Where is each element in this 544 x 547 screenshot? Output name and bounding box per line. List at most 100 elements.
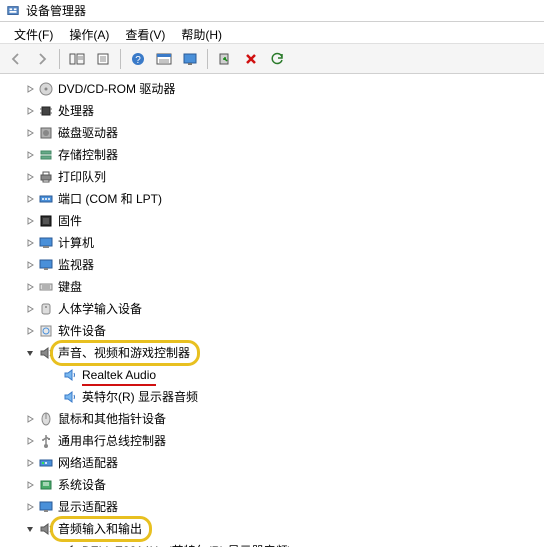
tree-item[interactable]: 键盘 <box>10 276 542 298</box>
tree-item[interactable]: 通用串行总线控制器 <box>10 430 542 452</box>
remove-button[interactable] <box>239 47 263 71</box>
tree-item-label: 网络适配器 <box>58 452 118 474</box>
tree-item[interactable]: 声音、视频和游戏控制器 <box>10 342 542 364</box>
tree-child-item[interactable]: Realtek Audio <box>10 364 542 386</box>
window-title: 设备管理器 <box>26 2 86 19</box>
display-icon <box>38 499 54 515</box>
usb-icon <box>38 433 54 449</box>
expand-icon[interactable] <box>24 501 36 513</box>
expand-icon[interactable] <box>24 171 36 183</box>
hid-icon <box>38 301 54 317</box>
software-icon <box>38 323 54 339</box>
expand-icon[interactable] <box>24 237 36 249</box>
menu-action[interactable]: 操作(A) <box>61 24 117 41</box>
tree-item-label: 固件 <box>58 210 82 232</box>
expand-icon[interactable] <box>24 215 36 227</box>
toolbar: ? <box>0 44 544 74</box>
network-icon <box>38 455 54 471</box>
speaker-icon <box>62 389 78 405</box>
back-button[interactable] <box>4 47 28 71</box>
tree-item[interactable]: 软件设备 <box>10 320 542 342</box>
tree-item-label: 存储控制器 <box>58 144 118 166</box>
details-button[interactable] <box>152 47 176 71</box>
system-icon <box>38 477 54 493</box>
tree-item[interactable]: 端口 (COM 和 LPT) <box>10 188 542 210</box>
tree-item[interactable]: 计算机 <box>10 232 542 254</box>
expand-icon[interactable] <box>24 127 36 139</box>
scan-button[interactable] <box>213 47 237 71</box>
separator <box>207 49 208 69</box>
storage-icon <box>38 147 54 163</box>
tree-item-label: 磁盘驱动器 <box>58 122 118 144</box>
sound-icon <box>38 345 54 361</box>
expand-icon[interactable] <box>24 479 36 491</box>
expand-icon[interactable] <box>24 303 36 315</box>
speaker-icon <box>62 367 78 383</box>
tree-item[interactable]: 存储控制器 <box>10 144 542 166</box>
tree-item[interactable]: 鼠标和其他指针设备 <box>10 408 542 430</box>
expand-icon[interactable] <box>24 149 36 161</box>
tree-item-label: 端口 (COM 和 LPT) <box>58 188 162 210</box>
tree-child-label: 英特尔(R) 显示器音频 <box>82 386 198 408</box>
tree-item-label: 显示适配器 <box>58 496 118 518</box>
firmware-icon <box>38 213 54 229</box>
tree-item[interactable]: 显示适配器 <box>10 496 542 518</box>
tree-item-label: 软件设备 <box>58 320 106 342</box>
collapse-icon[interactable] <box>24 347 36 359</box>
menubar: 文件(F) 操作(A) 查看(V) 帮助(H) <box>0 22 544 44</box>
menu-view[interactable]: 查看(V) <box>117 24 173 41</box>
separator <box>59 49 60 69</box>
expand-icon[interactable] <box>24 193 36 205</box>
tree-child-item[interactable]: DELL E2214Hv (英特尔(R) 显示器音频) <box>10 540 542 547</box>
properties-button[interactable] <box>91 47 115 71</box>
expand-icon[interactable] <box>24 281 36 293</box>
collapse-icon[interactable] <box>24 523 36 535</box>
menu-file[interactable]: 文件(F) <box>6 24 61 41</box>
tree-item[interactable]: 音频输入和输出 <box>10 518 542 540</box>
tree-child-label: Realtek Audio <box>82 364 156 386</box>
device-tree[interactable]: DVD/CD-ROM 驱动器处理器磁盘驱动器存储控制器打印队列端口 (COM 和… <box>0 74 544 547</box>
expand-icon[interactable] <box>24 325 36 337</box>
expand-icon[interactable] <box>24 413 36 425</box>
console-button[interactable] <box>178 47 202 71</box>
tree-item[interactable]: DVD/CD-ROM 驱动器 <box>10 78 542 100</box>
expand-icon[interactable] <box>24 105 36 117</box>
tree-item-label: 处理器 <box>58 100 94 122</box>
tree-item[interactable]: 网络适配器 <box>10 452 542 474</box>
disk-icon <box>38 125 54 141</box>
cpu-icon <box>38 103 54 119</box>
tree-item[interactable]: 人体学输入设备 <box>10 298 542 320</box>
expand-icon[interactable] <box>24 83 36 95</box>
tree-item[interactable]: 磁盘驱动器 <box>10 122 542 144</box>
tree-item-label: 计算机 <box>58 232 94 254</box>
tree-item[interactable]: 处理器 <box>10 100 542 122</box>
menu-help[interactable]: 帮助(H) <box>173 24 230 41</box>
svg-text:?: ? <box>135 55 141 66</box>
show-hide-button[interactable] <box>65 47 89 71</box>
expand-icon[interactable] <box>24 259 36 271</box>
tree-item-label: DVD/CD-ROM 驱动器 <box>58 78 175 100</box>
expand-icon[interactable] <box>24 457 36 469</box>
titlebar: 设备管理器 <box>0 0 544 22</box>
tree-child-item[interactable]: 英特尔(R) 显示器音频 <box>10 386 542 408</box>
computer-icon <box>38 235 54 251</box>
tree-item[interactable]: 固件 <box>10 210 542 232</box>
tree-item[interactable]: 打印队列 <box>10 166 542 188</box>
tree-item[interactable]: 监视器 <box>10 254 542 276</box>
tree-item-label: 人体学输入设备 <box>58 298 142 320</box>
help-button[interactable]: ? <box>126 47 150 71</box>
expand-icon[interactable] <box>24 435 36 447</box>
tree-item-label: 鼠标和其他指针设备 <box>58 408 166 430</box>
audioio-icon <box>38 521 54 537</box>
tree-item-label: 通用串行总线控制器 <box>58 430 166 452</box>
forward-button[interactable] <box>30 47 54 71</box>
tree-item[interactable]: 系统设备 <box>10 474 542 496</box>
mouse-icon <box>38 411 54 427</box>
monitor-icon <box>38 257 54 273</box>
tree-item-label: 键盘 <box>58 276 82 298</box>
keyboard-icon <box>38 279 54 295</box>
port-icon <box>38 191 54 207</box>
tree-item-label: 打印队列 <box>58 166 106 188</box>
tree-item-label: 监视器 <box>58 254 94 276</box>
refresh-button[interactable] <box>265 47 289 71</box>
